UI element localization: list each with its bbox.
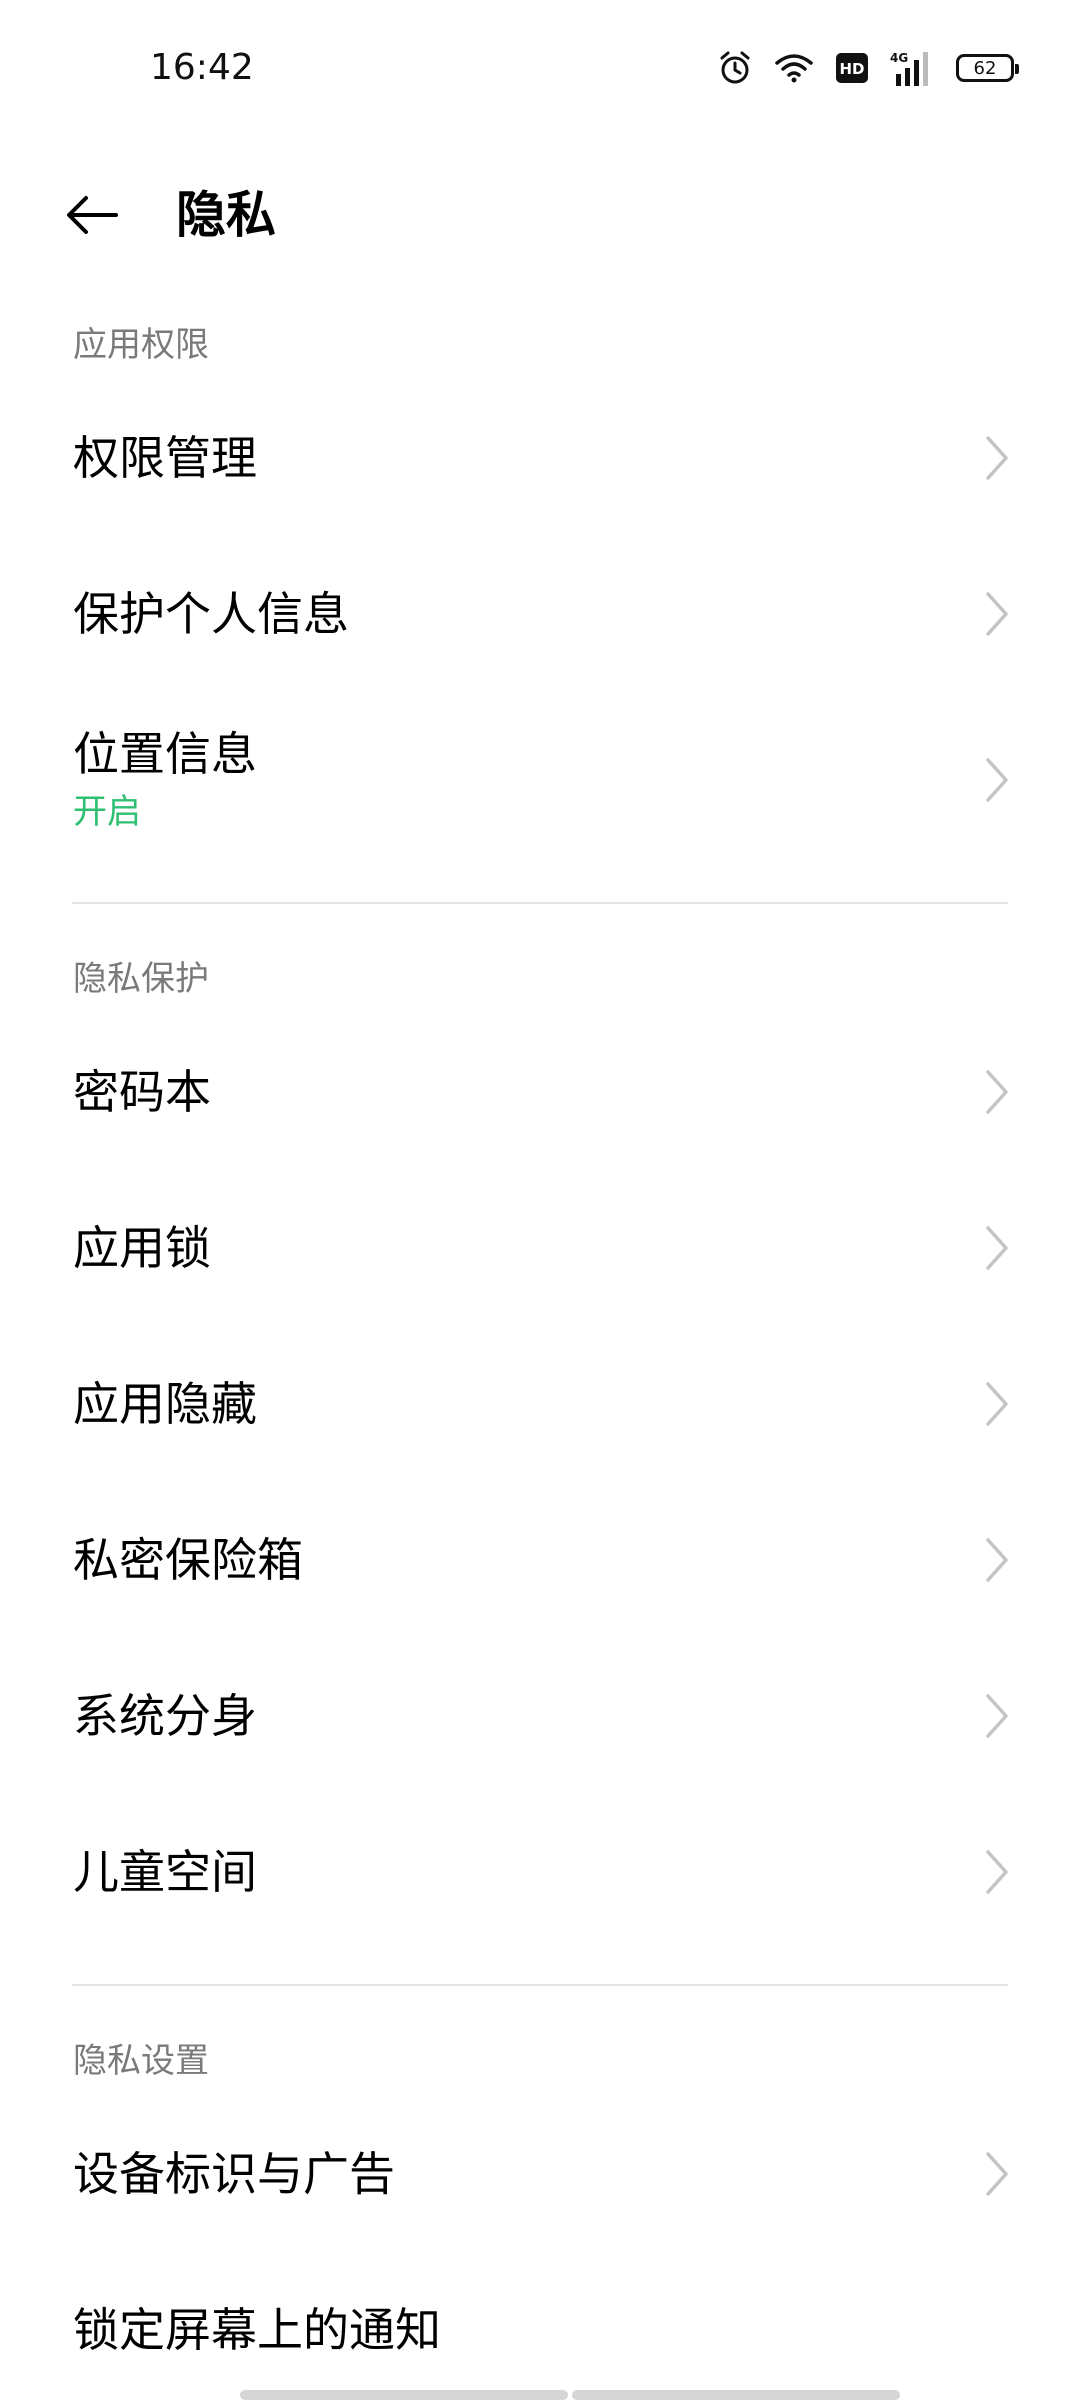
wifi-icon <box>774 52 814 84</box>
chevron-right-icon <box>986 2152 1008 2196</box>
battery-level: 62 <box>973 57 997 79</box>
item-title: 权限管理 <box>73 431 257 485</box>
item-title: 系统分身 <box>73 1689 257 1743</box>
status-time: 16:42 <box>150 47 254 88</box>
item-title: 保护个人信息 <box>73 587 349 641</box>
hd-label: HD <box>839 60 864 78</box>
back-arrow-icon <box>67 196 118 234</box>
item-title: 密码本 <box>73 1065 211 1119</box>
chevron-right-icon <box>986 436 1008 480</box>
list-item-protect-personal-info[interactable]: 保护个人信息 <box>0 536 1080 692</box>
chevron-right-icon <box>986 1538 1008 1582</box>
list-item-device-id-and-ads[interactable]: 设备标识与广告 <box>0 2096 1080 2252</box>
chevron-right-icon <box>986 1382 1008 1426</box>
navigation-gesture-bar[interactable] <box>240 2390 900 2400</box>
chevron-right-icon <box>986 1694 1008 1738</box>
back-button[interactable] <box>52 180 132 250</box>
chevron-right-icon <box>986 1226 1008 1270</box>
network-label: 4G <box>890 51 908 65</box>
item-title: 锁定屏幕上的通知 <box>73 2303 441 2357</box>
item-title: 应用隐藏 <box>73 1377 257 1431</box>
section-header-privacy-protection: 隐私保护 <box>73 959 209 999</box>
app-bar: 隐私 <box>0 160 1080 270</box>
status-bar: 16:42 HD 4G 62 <box>0 0 1080 136</box>
status-badge: 开启 <box>73 792 141 832</box>
list-item-system-clone[interactable]: 系统分身 <box>0 1638 1080 1794</box>
list-item-kids-space[interactable]: 儿童空间 <box>0 1794 1080 1950</box>
chevron-right-icon <box>986 592 1008 636</box>
chevron-right-icon <box>986 1070 1008 1114</box>
battery-icon: 62 <box>956 54 1019 82</box>
list-item-lockscreen-notifications[interactable]: 锁定屏幕上的通知 <box>0 2252 1080 2408</box>
settings-list: 应用权限 权限管理 保护个人信息 位置信息 开启 隐私保护 密码本 应用锁 应用… <box>0 310 1080 2408</box>
list-item-password-book[interactable]: 密码本 <box>0 1014 1080 1170</box>
item-title: 儿童空间 <box>73 1845 257 1899</box>
item-title: 私密保险箱 <box>73 1533 303 1587</box>
item-title: 位置信息 <box>73 727 257 781</box>
alarm-icon <box>718 50 752 86</box>
chevron-right-icon <box>986 758 1008 802</box>
list-item-location-info[interactable]: 位置信息 开启 <box>0 692 1080 868</box>
chevron-right-icon <box>986 1850 1008 1894</box>
page-title: 隐私 <box>176 186 276 244</box>
item-title: 应用锁 <box>73 1221 211 1275</box>
list-item-app-lock[interactable]: 应用锁 <box>0 1170 1080 1326</box>
hd-icon: HD <box>836 53 868 83</box>
item-title: 设备标识与广告 <box>73 2147 395 2201</box>
list-item-private-safe[interactable]: 私密保险箱 <box>0 1482 1080 1638</box>
section-divider <box>72 902 1008 904</box>
section-header-privacy-settings: 隐私设置 <box>73 2041 209 2081</box>
section-divider <box>72 1984 1008 1986</box>
section-header-app-permissions: 应用权限 <box>73 325 209 365</box>
signal-icon: 4G <box>890 50 934 86</box>
list-item-app-hide[interactable]: 应用隐藏 <box>0 1326 1080 1482</box>
status-icons: HD 4G 62 <box>718 46 1019 90</box>
list-item-permission-management[interactable]: 权限管理 <box>0 380 1080 536</box>
